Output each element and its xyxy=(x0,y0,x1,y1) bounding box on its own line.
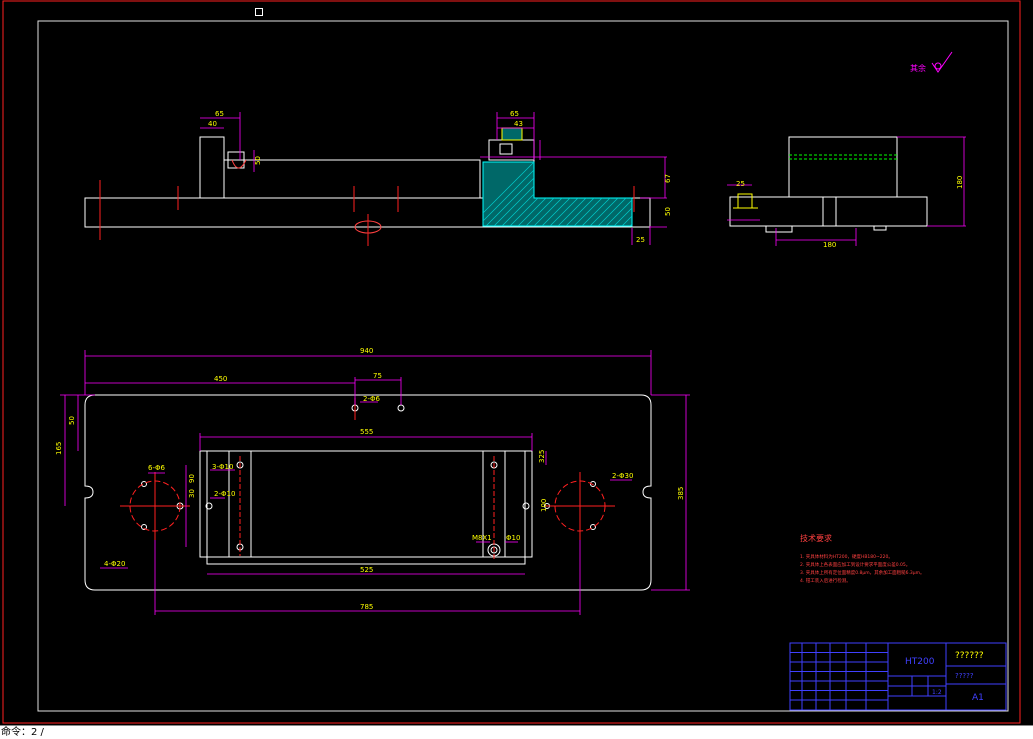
dim-label: M8X1 xyxy=(472,534,492,542)
dim-label: 65 xyxy=(510,110,519,118)
tech-req-item: 1. 夹具体材料为HT200，硬度HB180~220。 xyxy=(800,553,893,560)
tech-req-title: 技术要求 xyxy=(800,533,832,543)
dim-label: 165 xyxy=(55,442,63,455)
tech-req-item: 2. 夹具体上各表面应加工到设计要求平面度公差0.05。 xyxy=(800,561,910,568)
tech-requirements: 技术要求 1. 夹具体材料为HT200，硬度HB180~220。 2. 夹具体上… xyxy=(800,533,925,584)
cad-drawing[interactable]: 其余 65 40 65 43 50 67 50 25 25 180 180 94… xyxy=(0,0,1033,725)
command-line-text: 命令：2 / xyxy=(1,727,44,738)
dim-label: 90 xyxy=(188,474,196,483)
dim-label: 50 xyxy=(68,416,76,425)
inner-frame xyxy=(37,20,1009,712)
roughness-label: 其余 xyxy=(910,63,926,73)
hatch-line xyxy=(621,162,632,226)
dim-label: 525 xyxy=(360,566,373,574)
dim-label: 40 xyxy=(208,120,217,128)
dim-label: 2-Φ6 xyxy=(363,395,380,403)
roughness-symbol: 其余 xyxy=(910,51,953,73)
side-view xyxy=(729,136,928,233)
title-block-sheet-size: A1 xyxy=(972,693,984,703)
hatch-line xyxy=(605,162,632,226)
grip-handle[interactable] xyxy=(255,8,263,16)
dim-label: 180 xyxy=(956,176,964,189)
dim-label: 75 xyxy=(373,372,382,380)
dim-label: 65 xyxy=(215,110,224,118)
dim-label: 50 xyxy=(254,156,262,165)
tech-req-item: 3. 夹具体上所有定位面精度0.8μm，其余加工面粗糙6.3μm。 xyxy=(800,569,925,576)
dim-label: 450 xyxy=(214,375,227,383)
dim-label: 30 xyxy=(188,489,196,498)
dim-label: 940 xyxy=(360,347,373,355)
title-block-material: HT200 xyxy=(905,657,935,667)
cad-canvas[interactable]: 其余 65 40 65 43 50 67 50 25 25 180 180 94… xyxy=(0,0,1033,725)
title-block-scale: 1:2 xyxy=(932,689,942,696)
dim-label: 25 xyxy=(636,236,645,244)
plan-dim-labels: 940 450 75 2-Φ6 555 50 165 3-Φ10 2-Φ10 3… xyxy=(55,347,685,611)
dim-label: 4-Φ20 xyxy=(104,560,125,568)
dim-label: Φ10 xyxy=(506,534,520,542)
dim-label: 385 xyxy=(677,487,685,500)
tech-req-item: 4. 钳工装入后进行检测。 xyxy=(800,577,851,584)
title-block-text: HT200 ?????? ????? A1 1:2 xyxy=(905,651,984,703)
plan-view xyxy=(84,394,652,591)
side-hidden-line xyxy=(789,154,897,160)
dim-label: 100 xyxy=(540,499,548,512)
dim-label: 325 xyxy=(538,450,546,463)
dim-label: 555 xyxy=(360,428,373,436)
title-block-code: ????? xyxy=(955,672,974,680)
dim-label: 2-Φ10 xyxy=(214,490,235,498)
dim-label: 6-Φ6 xyxy=(148,464,165,472)
dim-label: 2-Φ30 xyxy=(612,472,633,480)
dim-label: 25 xyxy=(736,180,745,188)
title-block-drawing-name: ?????? xyxy=(955,651,984,661)
side-dim-labels: 25 180 180 xyxy=(736,176,964,249)
dim-label: 180 xyxy=(823,241,836,249)
dim-label: 50 xyxy=(664,207,672,216)
command-line[interactable]: 命令：2 / xyxy=(0,725,1033,739)
hatch-line xyxy=(629,162,632,226)
dim-label: 43 xyxy=(514,120,523,128)
dim-label: 67 xyxy=(664,174,672,183)
side-dimensions xyxy=(727,136,966,246)
dim-label: 785 xyxy=(360,603,373,611)
dim-label: 3-Φ10 xyxy=(212,463,233,471)
